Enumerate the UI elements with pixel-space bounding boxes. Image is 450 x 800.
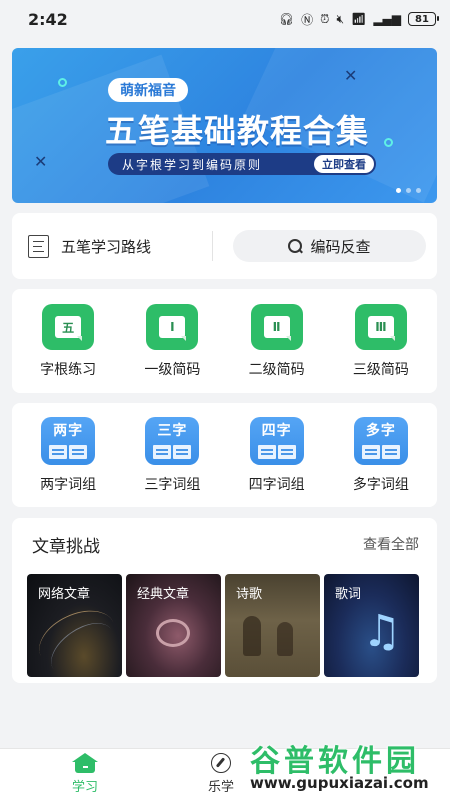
level-label: 字根练习: [40, 362, 97, 378]
decor-plus-icon: ✕: [34, 152, 48, 171]
section-title: 文章挑战: [32, 536, 100, 557]
alarm-icon: ⏰︎: [320, 11, 330, 26]
quick-actions-card: 五笔学习路线 编码反查: [12, 213, 437, 279]
book-icon: 两字: [41, 417, 96, 465]
word-label: 三字词组: [144, 477, 201, 493]
article-thumb-label: 网络文章: [38, 587, 91, 602]
level-item-level3[interactable]: Ⅲ 三级简码: [331, 304, 431, 379]
article-thumb-label: 诗歌: [236, 587, 263, 602]
level-one-icon: Ⅰ: [146, 304, 199, 350]
learning-route-button[interactable]: 五笔学习路线: [12, 234, 212, 258]
promo-banner[interactable]: ✕ ✕ 萌新福音 五笔基础教程合集 从字根学习到编码原则 立即查看: [12, 48, 437, 203]
book-title: 三字: [157, 423, 188, 439]
word-item-three[interactable]: 三字 三字词组: [122, 417, 222, 494]
code-lookup-button[interactable]: 编码反查: [233, 230, 426, 262]
code-lookup-label: 编码反查: [310, 237, 371, 256]
level-label: 三级简码: [352, 362, 409, 378]
battery-level: 81: [415, 13, 429, 25]
word-label: 四字词组: [248, 477, 305, 493]
battery-icon: 81: [408, 12, 439, 26]
article-thumb-classic[interactable]: 经典文章: [126, 574, 221, 677]
decor-ring-icon: [384, 138, 393, 147]
word-item-four[interactable]: 四字 四字词组: [227, 417, 327, 494]
site-watermark: 谷普软件园 www.gupuxiazai.com: [244, 736, 448, 796]
article-thumb-lyrics[interactable]: ♫ 歌词: [324, 574, 419, 677]
book-title: 多字: [365, 423, 396, 439]
book-title: 四字: [261, 423, 292, 439]
divider: [212, 231, 213, 261]
status-bar: 2:42 🎧︎ Ⓝ ⏰︎ 🔇︎ 📶︎ ▂▄▆ 81: [0, 0, 450, 38]
level-label: 一级简码: [144, 362, 201, 378]
level-glyph: Ⅲ: [367, 316, 394, 338]
banner-tag: 萌新福音: [108, 78, 188, 102]
carousel-dot: [416, 188, 421, 193]
nfc-icon: Ⓝ: [301, 12, 314, 27]
banner-cta-button[interactable]: 立即查看: [314, 155, 374, 173]
level-label: 二级简码: [248, 362, 305, 378]
level-item-radicals[interactable]: 五 字根练习: [18, 304, 118, 379]
tab-learn[interactable]: 学习: [72, 753, 98, 795]
decor-ring-icon: [58, 78, 67, 87]
level-two-icon: Ⅱ: [250, 304, 303, 350]
article-challenge-card: 文章挑战 查看全部 网络文章 经典文章 诗歌 ♫ 歌词: [12, 518, 437, 683]
shortcode-levels-card: 五 字根练习 Ⅰ 一级简码 Ⅱ 二级简码 Ⅲ 三级简码: [12, 289, 437, 393]
carousel-indicator: [396, 188, 421, 193]
carousel-dot: [396, 188, 401, 193]
tab-fun-learn-label: 乐学: [208, 780, 235, 795]
home-icon: [72, 753, 98, 773]
signal-icon: ▂▄▆: [373, 12, 401, 26]
book-title: 两字: [53, 423, 84, 439]
status-icons: 🎧︎ Ⓝ ⏰︎ 🔇︎ 📶︎ ▂▄▆ 81: [278, 11, 439, 28]
level-three-icon: Ⅲ: [354, 304, 407, 350]
tab-learn-label: 学习: [72, 780, 99, 795]
document-icon: [28, 234, 49, 258]
mute-icon: 🔇︎: [336, 11, 345, 26]
level-item-level2[interactable]: Ⅱ 二级简码: [227, 304, 327, 379]
article-thumb-label: 经典文章: [137, 587, 190, 602]
watermark-url: www.gupuxiazai.com: [250, 774, 429, 792]
word-label: 两字词组: [40, 477, 97, 493]
banner-subtitle: 从字根学习到编码原则: [122, 157, 263, 172]
decor-plus-icon: ✕: [344, 66, 358, 85]
status-time: 2:42: [28, 9, 68, 29]
tab-fun-learn[interactable]: 乐学: [208, 753, 234, 795]
book-icon: 三字: [145, 417, 200, 465]
word-item-multi[interactable]: 多字 多字词组: [331, 417, 431, 494]
word-label: 多字词组: [352, 477, 409, 493]
level-glyph: Ⅱ: [263, 316, 290, 338]
banner-subtitle-strip: 从字根学习到编码原则 立即查看: [108, 153, 376, 175]
article-thumb-web[interactable]: 网络文章: [27, 574, 122, 677]
radical-practice-icon: 五: [42, 304, 95, 350]
music-note-icon: ♫: [362, 606, 402, 657]
book-icon: 四字: [249, 417, 304, 465]
article-thumb-poetry[interactable]: 诗歌: [225, 574, 320, 677]
word-groups-card: 两字 两字词组 三字 三字词组 四字 四字词组 多字 多字词组: [12, 403, 437, 507]
level-glyph: Ⅰ: [159, 316, 186, 338]
compass-icon: [211, 753, 231, 773]
carousel-dot: [406, 188, 411, 193]
word-item-two[interactable]: 两字 两字词组: [18, 417, 118, 494]
book-icon: 多字: [353, 417, 408, 465]
level-item-level1[interactable]: Ⅰ 一级简码: [122, 304, 222, 379]
banner-title: 五笔基础教程合集: [104, 112, 369, 150]
headphones-icon: 🎧︎: [278, 12, 295, 26]
wifi-icon: 📶︎: [351, 12, 367, 26]
level-glyph: 五: [55, 316, 82, 338]
learning-route-label: 五笔学习路线: [61, 237, 152, 256]
search-icon: [288, 238, 303, 254]
article-thumb-label: 歌词: [335, 587, 362, 602]
view-all-link[interactable]: 查看全部: [363, 534, 419, 554]
